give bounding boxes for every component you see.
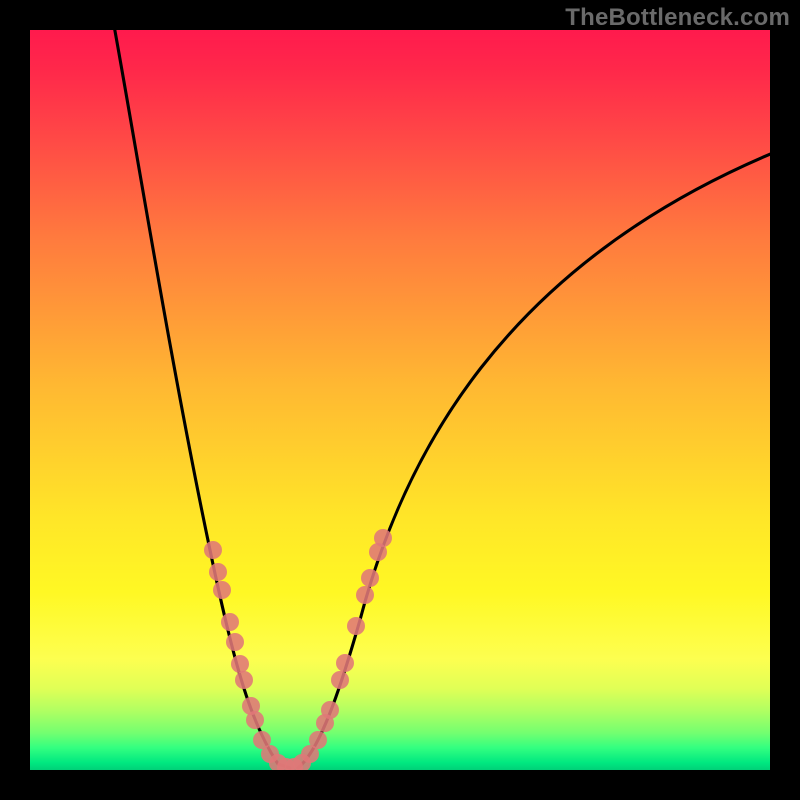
data-dot [246,711,264,729]
data-dot [213,581,231,599]
data-dot [331,671,349,689]
data-dot [356,586,374,604]
data-dot [347,617,365,635]
watermark-text: TheBottleneck.com [565,4,790,32]
data-dot [374,529,392,547]
data-dot [321,701,339,719]
right-curve [298,150,770,768]
data-dot [336,654,354,672]
data-dot [309,731,327,749]
plot-area [30,30,770,770]
data-dot [231,655,249,673]
data-dot [204,541,222,559]
data-dot [361,569,379,587]
chart-frame: TheBottleneck.com [0,0,800,800]
data-dot [235,671,253,689]
data-dot [221,613,239,631]
left-curve [113,30,290,768]
dot-layer [204,529,392,770]
data-dot [226,633,244,651]
data-dot [209,563,227,581]
chart-svg [30,30,770,770]
